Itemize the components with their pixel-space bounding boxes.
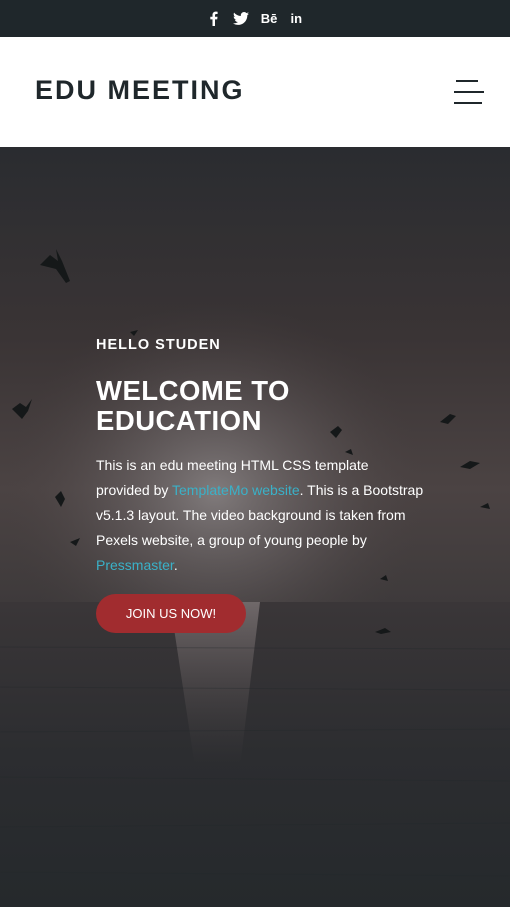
headline-line-2: EDUCATION (96, 405, 262, 436)
hero-description: This is an edu meeting HTML CSS template… (96, 453, 426, 578)
twitter-icon[interactable] (232, 9, 249, 29)
linkedin-icon[interactable]: in (289, 9, 303, 29)
join-us-button[interactable]: JOIN US NOW! (96, 594, 246, 633)
site-header: EDU MEETING (0, 37, 510, 147)
hamburger-menu-icon[interactable] (452, 78, 484, 106)
hero-headline: WELCOME TO EDUCATION (96, 376, 426, 436)
linkedin-label: in (290, 11, 303, 26)
site-logo[interactable]: EDU MEETING (35, 75, 245, 106)
pressmaster-link[interactable]: Pressmaster (96, 557, 174, 573)
desc-text-3: . (173, 557, 178, 573)
behance-icon[interactable]: Bē (261, 9, 278, 29)
hero-kicker: HELLO STUDEN (96, 337, 221, 353)
facebook-icon[interactable] (207, 9, 221, 29)
behance-label: Bē (260, 11, 278, 26)
templatemo-link[interactable]: TemplateMo website (172, 482, 300, 498)
headline-line-1: WELCOME TO (96, 375, 290, 406)
social-bar: Bē in (0, 0, 510, 37)
hero-content: HELLO STUDEN WELCOME TO EDUCATION This i… (96, 337, 426, 633)
hero-banner: HELLO STUDEN WELCOME TO EDUCATION This i… (0, 147, 510, 907)
